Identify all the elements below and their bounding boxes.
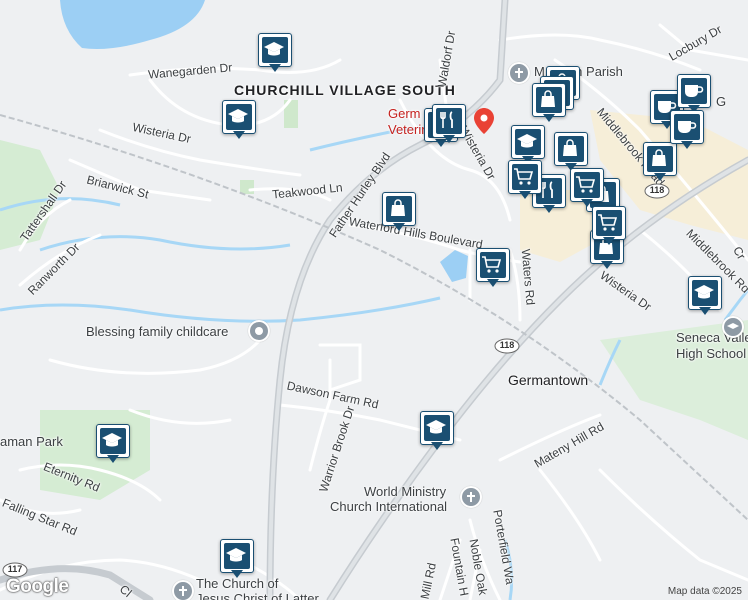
shopping-cart-icon: [576, 176, 596, 193]
map-canvas[interactable]: Wanegarden Dr CHURCHILL VILLAGE SOUTH Wi…: [0, 0, 748, 600]
school-marker[interactable]: [258, 33, 292, 75]
google-logo: Google: [6, 576, 69, 597]
shopping-cart-icon: [598, 214, 618, 231]
restaurant-marker[interactable]: [432, 104, 466, 146]
place-label-world-ministry-2: Church International: [330, 499, 448, 514]
school-marker[interactable]: [420, 411, 454, 453]
route-shield: 118: [494, 338, 520, 354]
park: [240, 180, 254, 194]
school-marker[interactable]: [222, 100, 256, 142]
grocery-marker[interactable]: [508, 160, 542, 202]
place-label-blessing-childcare: Blessing family childcare: [86, 324, 229, 339]
grocery-marker[interactable]: [592, 206, 626, 248]
graduation-cap-icon: [264, 42, 284, 56]
area-label-germantown: Germantown: [508, 372, 589, 388]
place-label-vet-line1: Germ: [388, 106, 421, 121]
route-shield-number: 118: [649, 185, 665, 195]
shopping-bag-icon: [541, 90, 555, 107]
shopping-bag-icon: [563, 139, 577, 156]
coffee-cup-icon: [678, 121, 697, 133]
school-marker[interactable]: [220, 539, 254, 581]
lake: [60, 0, 205, 49]
place-label-partial-g: G: [716, 94, 727, 109]
map-pin-icon[interactable]: [474, 108, 494, 139]
school-marker[interactable]: [688, 276, 722, 318]
graduation-cap-icon: [426, 420, 446, 434]
graduation-cap-icon: [517, 134, 537, 148]
map-data-credit[interactable]: Map data ©2025: [668, 586, 742, 597]
graduation-cap-icon: [228, 109, 248, 123]
shopping-cart-icon: [482, 256, 502, 273]
church-icon[interactable]: [508, 62, 530, 84]
shopping-bag-icon: [652, 149, 666, 166]
graduation-cap-icon: [226, 548, 246, 562]
school-marker[interactable]: [96, 424, 130, 466]
church-icon[interactable]: [460, 486, 482, 508]
pond: [440, 250, 468, 282]
church-icon[interactable]: [172, 580, 194, 600]
place-label-park: aman Park: [0, 434, 63, 449]
shopping-cart-icon: [514, 168, 534, 185]
place-label-church-latter-2: Jesus Christ of Latter: [196, 591, 319, 600]
place-label-world-ministry-1: World Ministry: [364, 484, 447, 499]
coffee-cup-icon: [685, 85, 704, 97]
fork-knife-icon: [440, 111, 453, 128]
grocery-marker[interactable]: [476, 248, 510, 290]
shopping-marker[interactable]: [382, 192, 416, 234]
grocery-marker[interactable]: [570, 168, 604, 210]
graduation-cap-icon: [102, 433, 122, 447]
route-shield: 118: [644, 183, 670, 199]
shopping-marker[interactable]: [532, 83, 566, 125]
route-shield-number: 117: [7, 564, 23, 574]
area-label-churchill: CHURCHILL VILLAGE SOUTH: [234, 82, 456, 98]
graduation-cap-icon: [694, 285, 714, 299]
route-shield-number: 118: [499, 340, 515, 350]
school-poi-icon[interactable]: [722, 316, 744, 338]
shopping-bag-icon: [391, 199, 405, 216]
cafe-marker[interactable]: [670, 110, 704, 152]
place-label-seneca-valley-2: High School: [676, 346, 747, 361]
childcare-icon[interactable]: [248, 320, 270, 342]
